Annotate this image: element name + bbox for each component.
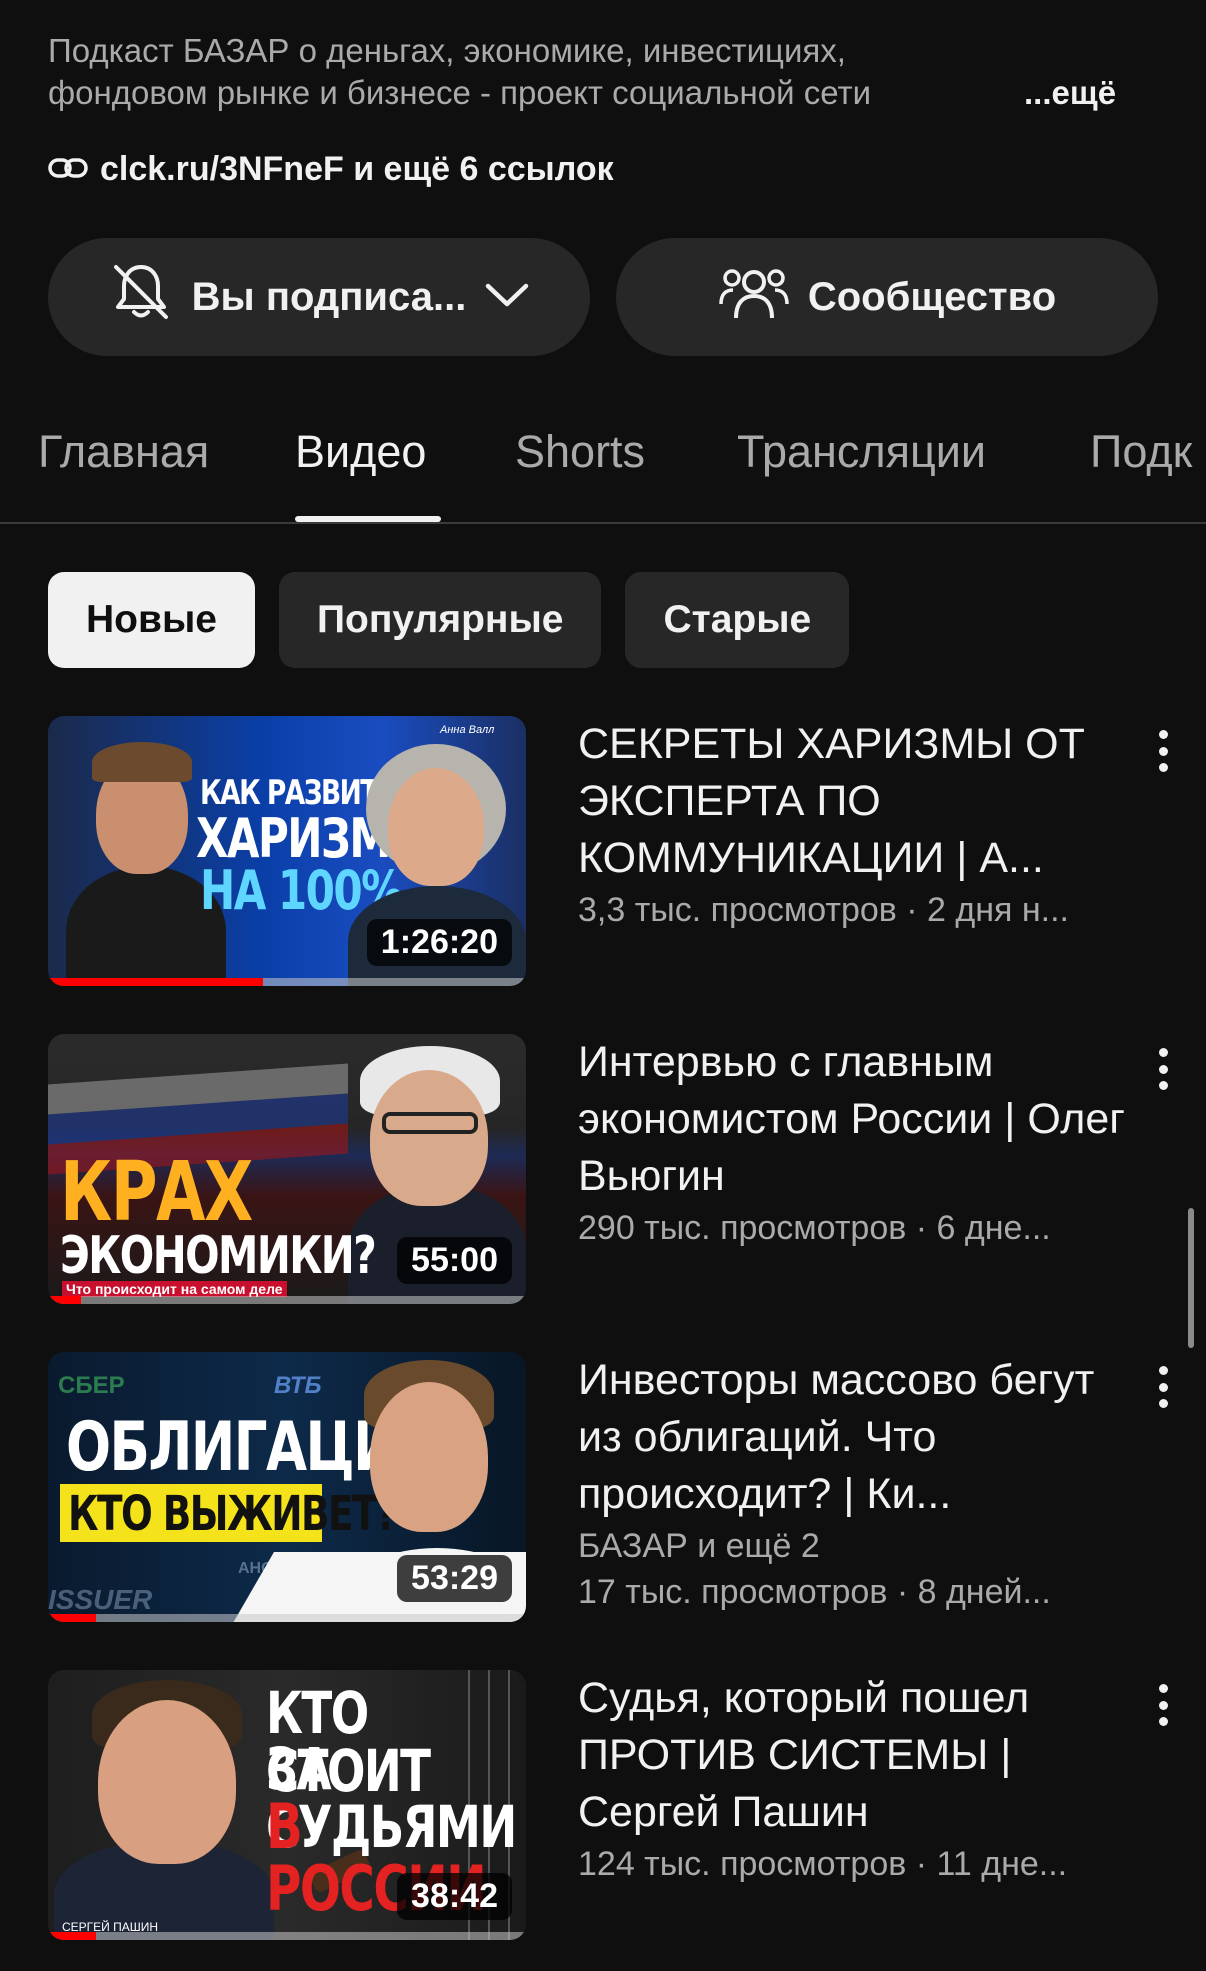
video-duration: 55:00 — [397, 1237, 512, 1284]
thumb-text: КТО ВЫЖИВЕТ? — [68, 1486, 398, 1542]
sort-chips: Новые Популярные Старые — [48, 572, 850, 668]
watch-progress — [48, 1296, 526, 1304]
watch-progress — [48, 978, 526, 986]
thumb-text: ЭКОНОМИКИ? — [60, 1226, 377, 1286]
video-thumbnail[interactable]: СБЕР ВТБ АНОС ISSUER ОБЛИГАЦИИ КТО ВЫЖИВ… — [48, 1352, 526, 1622]
watch-progress-fill — [48, 1614, 96, 1622]
links-text: clck.ru/3NFneF и ещё 6 ссылок — [100, 150, 614, 188]
watch-progress — [48, 1932, 526, 1940]
video-item[interactable]: КТО СТОИТ ЗА СУДЬЯМИ В РОССИИ СЕРГЕЙ ПАШ… — [48, 1670, 1178, 1942]
thumb-text: КРАХ — [60, 1145, 253, 1240]
scrollbar[interactable] — [1188, 1208, 1194, 1348]
chip-newest[interactable]: Новые — [48, 572, 255, 668]
video-meta: 124 тыс. просмотров · 11 дне... — [578, 1845, 1068, 1883]
video-thumbnail[interactable]: КТО СТОИТ ЗА СУДЬЯМИ В РОССИИ СЕРГЕЙ ПАШ… — [48, 1670, 526, 1940]
video-title[interactable]: Интервью с главным экономистом России | … — [578, 1034, 1138, 1205]
people-icon — [718, 262, 790, 332]
description-line-1: Подкаст БАЗАР о деньгах, экономике, инве… — [48, 32, 846, 69]
watch-progress — [48, 1614, 526, 1622]
video-thumbnail[interactable]: КРАХ ЭКОНОМИКИ? Что происходит на самом … — [48, 1034, 526, 1304]
video-title[interactable]: СЕКРЕТЫ ХАРИЗМЫ ОТ ЭКСПЕРТА ПО КОММУНИКА… — [578, 716, 1138, 887]
channel-tabs: Главная Видео Shorts Трансляции Подк — [0, 400, 1206, 524]
community-button[interactable]: Сообщество — [616, 238, 1158, 356]
video-duration: 1:26:20 — [366, 919, 512, 966]
video-meta: 290 тыс. просмотров · 6 дне... — [578, 1209, 1051, 1247]
tab-videos[interactable]: Видео — [295, 426, 426, 478]
description-line-2: фондовом рынке и бизнесе - проект социал… — [48, 74, 872, 111]
thumb-logo: СБЕР — [58, 1372, 125, 1399]
video-title[interactable]: Инвесторы массово бегут из облигаций. Чт… — [578, 1352, 1138, 1523]
channel-links[interactable]: clck.ru/3NFneF и ещё 6 ссылок — [48, 150, 614, 189]
chevron-down-icon — [484, 275, 530, 320]
video-thumbnail[interactable]: КАК РАЗВИТЬ ХАРИЗМУ НА 100% Анна Валл 1:… — [48, 716, 526, 986]
tab-podcasts[interactable]: Подк — [1090, 426, 1192, 478]
video-info[interactable]: Судья, который пошел ПРОТИВ СИСТЕМЫ | Се… — [578, 1670, 1138, 1887]
video-item[interactable]: СБЕР ВТБ АНОС ISSUER ОБЛИГАЦИИ КТО ВЫЖИВ… — [48, 1352, 1178, 1624]
bell-off-icon — [108, 259, 174, 335]
more-options-icon[interactable] — [1148, 1044, 1178, 1094]
subscribed-button[interactable]: Вы подписа... — [48, 238, 590, 356]
thumb-logo: ISSUER — [48, 1584, 153, 1615]
thumb-logo: ВТБ — [274, 1372, 322, 1399]
watch-progress-fill — [48, 1296, 82, 1304]
video-info[interactable]: Интервью с главным экономистом России | … — [578, 1034, 1138, 1251]
video-item[interactable]: КАК РАЗВИТЬ ХАРИЗМУ НА 100% Анна Валл 1:… — [48, 716, 1178, 988]
active-tab-indicator — [295, 516, 441, 522]
video-duration: 53:29 — [397, 1555, 512, 1602]
video-meta: 3,3 тыс. просмотров · 2 дня н... — [578, 891, 1069, 929]
watch-progress-fill — [48, 1932, 96, 1940]
channel-description[interactable]: Подкаст БАЗАР о деньгах, экономике, инве… — [48, 30, 1158, 114]
video-item[interactable]: КРАХ ЭКОНОМИКИ? Что происходит на самом … — [48, 1034, 1178, 1306]
video-duration: 38:42 — [397, 1873, 512, 1920]
video-title[interactable]: Судья, который пошел ПРОТИВ СИСТЕМЫ | Се… — [578, 1670, 1138, 1841]
video-channels[interactable]: БАЗАР и ещё 2 — [578, 1523, 1138, 1569]
tab-live[interactable]: Трансляции — [737, 426, 986, 478]
video-info[interactable]: Инвесторы массово бегут из облигаций. Чт… — [578, 1352, 1138, 1615]
thumb-caption: Что происходит на самом деле — [62, 1281, 287, 1297]
description-more-link[interactable]: ...ещё — [1024, 72, 1116, 114]
thumb-caption: Анна Валл — [440, 724, 495, 736]
tab-home[interactable]: Главная — [38, 426, 209, 478]
more-options-icon[interactable] — [1148, 1362, 1178, 1412]
chip-oldest[interactable]: Старые — [625, 572, 850, 668]
subscribe-label: Вы подписа... — [191, 274, 467, 319]
video-meta: 17 тыс. просмотров · 8 дней... — [578, 1573, 1051, 1611]
channel-actions: Вы подписа... Сообщество — [48, 238, 1158, 356]
watch-progress-fill — [48, 978, 264, 986]
tab-shorts[interactable]: Shorts — [515, 426, 645, 478]
video-info[interactable]: СЕКРЕТЫ ХАРИЗМЫ ОТ ЭКСПЕРТА ПО КОММУНИКА… — [578, 716, 1138, 933]
chip-popular[interactable]: Популярные — [278, 572, 602, 668]
community-label: Сообщество — [807, 274, 1057, 319]
link-icon — [48, 150, 88, 189]
more-options-icon[interactable] — [1148, 726, 1178, 776]
more-options-icon[interactable] — [1148, 1680, 1178, 1730]
